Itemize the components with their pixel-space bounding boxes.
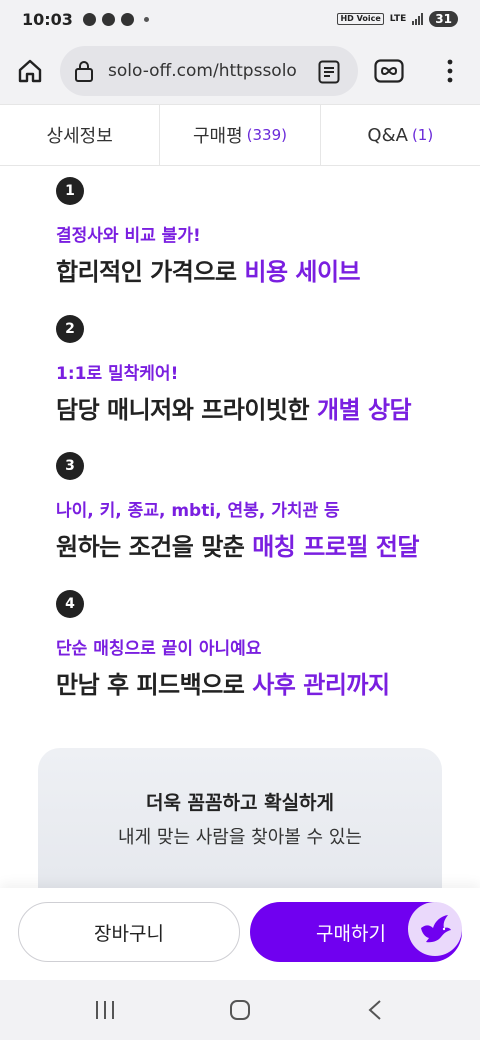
- feature-item: 3 나이, 키, 종교, mbti, 연봉, 가치관 등 원하는 조건을 맞춘 …: [56, 452, 466, 562]
- promo-subline: 내게 맞는 사람을 찾아볼 수 있는: [118, 827, 362, 848]
- bird-icon: [421, 915, 451, 943]
- more-vert-icon[interactable]: [444, 57, 456, 85]
- tab-reviews[interactable]: 구매평 (339): [159, 105, 319, 165]
- hd-voice-icon: HD Voice: [337, 13, 384, 25]
- feature-number: 3: [56, 452, 84, 480]
- lock-icon: [75, 61, 93, 82]
- status-bar: 10:03 HD Voice LTE 31: [0, 0, 480, 38]
- feature-number: 1: [56, 177, 84, 205]
- notification-icon: [101, 12, 115, 26]
- feature-title: 합리적인 가격으로 비용 세이브: [56, 252, 466, 287]
- feature-subtitle: 단순 매칭으로 끝이 아니예요: [56, 639, 262, 659]
- feature-title: 만남 후 피드백으로 사후 관리까지: [56, 665, 466, 700]
- chat-bird-button[interactable]: [408, 902, 462, 956]
- home-button[interactable]: [16, 57, 44, 85]
- feature-item: 2 1:1로 밀착케어! 담당 매니저와 프라이빗한 개별 상담: [56, 315, 466, 425]
- notification-icons: [82, 12, 149, 26]
- tab-label: 구매평: [192, 126, 243, 147]
- add-to-cart-button[interactable]: 장바구니: [18, 902, 240, 962]
- reader-mode-icon[interactable]: [318, 60, 340, 84]
- back-icon[interactable]: [367, 999, 383, 1021]
- product-tabs: 상세정보 구매평 (339) Q&A (1): [0, 104, 480, 166]
- home-icon: [18, 59, 42, 83]
- tab-qna[interactable]: Q&A (1): [319, 105, 480, 165]
- qna-count: (1): [411, 126, 434, 144]
- browser-toolbar: solo-off.com/httpssolo: [0, 38, 480, 104]
- feature-title-text: 원하는 조건을 맞춘: [56, 533, 253, 561]
- home-nav-icon[interactable]: [229, 999, 251, 1021]
- system-nav-bar: [0, 980, 480, 1040]
- battery-indicator: 31: [429, 11, 458, 27]
- url-text: solo-off.com/httpssolo: [108, 61, 297, 81]
- notification-icon: [120, 12, 134, 26]
- purchase-action-bar: 장바구니 구매하기: [0, 888, 480, 980]
- feature-subtitle: 결정사와 비교 불가!: [56, 226, 201, 246]
- feature-title-highlight: 매칭 프로필 전달: [252, 533, 419, 561]
- feature-title: 원하는 조건을 맞춘 매칭 프로필 전달: [56, 527, 466, 562]
- tab-label: Q&A: [367, 124, 408, 146]
- infinity-icon[interactable]: [374, 59, 404, 83]
- signal-icon: [412, 13, 424, 25]
- review-count: (339): [246, 126, 287, 144]
- status-indicators: HD Voice LTE 31: [337, 11, 458, 27]
- buy-button-label: 구매하기: [316, 922, 386, 945]
- tab-label: 상세정보: [46, 126, 113, 147]
- feature-title: 담당 매니저와 프라이빗한 개별 상담: [56, 390, 466, 425]
- recent-apps-icon[interactable]: [94, 999, 116, 1021]
- status-time: 10:03: [22, 9, 73, 29]
- address-bar[interactable]: solo-off.com/httpssolo: [60, 46, 358, 96]
- feature-title-text: 합리적인 가격으로: [56, 258, 245, 286]
- tab-details[interactable]: 상세정보: [0, 105, 159, 165]
- more-notifications-icon: [143, 16, 149, 22]
- feature-title-highlight: 비용 세이브: [244, 258, 361, 286]
- network-label: LTE: [389, 14, 407, 24]
- feature-title-highlight: 개별 상담: [316, 396, 412, 424]
- feature-item: 4 단순 매칭으로 끝이 아니예요 만남 후 피드백으로 사후 관리까지: [56, 590, 466, 700]
- feature-subtitle: 나이, 키, 종교, mbti, 연봉, 가치관 등: [56, 501, 340, 521]
- feature-title-highlight: 사후 관리까지: [252, 671, 390, 699]
- feature-number: 4: [56, 590, 84, 618]
- notification-icon: [82, 12, 96, 26]
- feature-title-text: 담당 매니저와 프라이빗한: [56, 396, 317, 424]
- feature-number: 2: [56, 315, 84, 343]
- feature-title-text: 만남 후 피드백으로: [56, 671, 253, 699]
- promo-headline: 더욱 꼼꼼하고 확실하게: [145, 792, 335, 814]
- feature-item: 1 결정사와 비교 불가! 합리적인 가격으로 비용 세이브: [56, 177, 466, 287]
- feature-subtitle: 1:1로 밀착케어!: [56, 364, 179, 384]
